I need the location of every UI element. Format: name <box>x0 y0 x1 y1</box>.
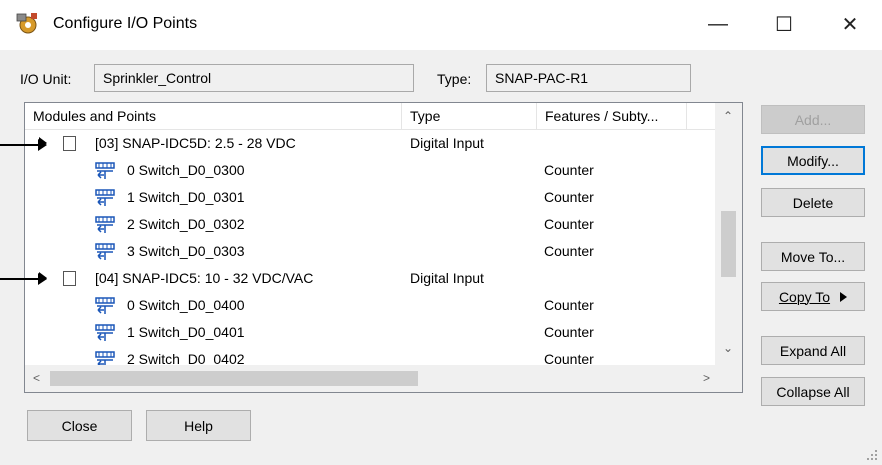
io-unit-field: Sprinkler_Control <box>94 64 414 92</box>
row-name: 2 Switch_D0_0302 <box>127 216 245 232</box>
submenu-arrow-icon <box>840 291 848 302</box>
expand-all-button[interactable]: Expand All <box>761 336 865 365</box>
row-type: Digital Input <box>410 270 484 286</box>
digital-input-point-icon <box>95 189 115 206</box>
list-header: Modules and Points Type Features / Subty… <box>25 103 742 130</box>
scroll-left-icon[interactable]: < <box>33 371 40 385</box>
column-features[interactable]: Features / Subty... <box>537 103 687 129</box>
type-label: Type: <box>437 71 472 87</box>
list-item[interactable]: 1 Switch_D0_0301 Counter <box>25 184 715 211</box>
copy-to-label: Copy To <box>778 288 831 305</box>
column-modules-and-points[interactable]: Modules and Points <box>25 103 402 129</box>
column-type[interactable]: Type <box>402 103 537 129</box>
close-icon: ✕ <box>841 13 859 36</box>
list-item[interactable]: 0 Switch_D0_0400 Counter <box>25 292 715 319</box>
delete-button[interactable]: Delete <box>761 188 865 217</box>
callout-arrow-line <box>0 278 40 280</box>
row-feature: Counter <box>544 189 594 205</box>
row-feature: Counter <box>544 162 594 178</box>
title-bar[interactable]: Configure I/O Points — ☐ ✕ <box>0 0 882 50</box>
maximize-icon: ☐ <box>775 13 793 36</box>
minimize-button[interactable]: — <box>696 6 740 42</box>
digital-input-point-icon <box>95 324 115 341</box>
row-name: 1 Switch_D0_0301 <box>127 189 245 205</box>
minimize-icon: — <box>708 12 728 35</box>
vertical-scrollbar[interactable]: ⌃ ⌄ <box>715 103 742 365</box>
row-name: [04] SNAP-IDC5: 10 - 32 VDC/VAC <box>95 270 314 286</box>
horizontal-scroll-thumb[interactable] <box>50 371 418 386</box>
configure-io-points-dialog: Configure I/O Points — ☐ ✕ I/O Unit: Spr… <box>0 0 882 465</box>
scroll-up-icon[interactable]: ⌃ <box>723 109 733 123</box>
collapse-all-button[interactable]: Collapse All <box>761 377 865 406</box>
close-button[interactable]: Close <box>27 410 132 441</box>
copy-to-button[interactable]: Copy To <box>761 282 865 311</box>
callout-arrow-icon <box>38 139 47 151</box>
row-name: [03] SNAP-IDC5D: 2.5 - 28 VDC <box>95 135 296 151</box>
module-icon <box>63 271 76 286</box>
digital-input-point-icon <box>95 216 115 233</box>
list-rows: [03] SNAP-IDC5D: 2.5 - 28 VDC Digital In… <box>25 130 715 373</box>
type-field: SNAP-PAC-R1 <box>486 64 691 92</box>
list-item[interactable]: 0 Switch_D0_0300 Counter <box>25 157 715 184</box>
list-item[interactable]: 2 Switch_D0_0302 Counter <box>25 211 715 238</box>
row-type: Digital Input <box>410 135 484 151</box>
close-window-button[interactable]: ✕ <box>828 6 872 42</box>
row-name: 0 Switch_D0_0300 <box>127 162 245 178</box>
io-points-list[interactable]: Modules and Points Type Features / Subty… <box>24 102 743 393</box>
maximize-button[interactable]: ☐ <box>762 6 806 42</box>
modify-button[interactable]: Modify... <box>761 146 865 175</box>
move-to-button[interactable]: Move To... <box>761 242 865 271</box>
list-item[interactable]: [04] SNAP-IDC5: 10 - 32 VDC/VAC Digital … <box>25 265 715 292</box>
callout-arrow-line <box>0 144 40 146</box>
row-feature: Counter <box>544 297 594 313</box>
list-item[interactable]: 1 Switch_D0_0401 Counter <box>25 319 715 346</box>
io-unit-label: I/O Unit: <box>20 71 72 87</box>
add-button[interactable]: Add... <box>761 105 865 134</box>
horizontal-scrollbar[interactable]: < > <box>25 365 742 392</box>
module-icon <box>63 136 76 151</box>
help-button[interactable]: Help <box>146 410 251 441</box>
scroll-right-icon[interactable]: > <box>703 371 710 385</box>
digital-input-point-icon <box>95 243 115 260</box>
digital-input-point-icon <box>95 297 115 314</box>
list-item[interactable]: [03] SNAP-IDC5D: 2.5 - 28 VDC Digital In… <box>25 130 715 157</box>
row-feature: Counter <box>544 216 594 232</box>
row-name: 0 Switch_D0_0400 <box>127 297 245 313</box>
callout-arrow-icon <box>38 273 47 285</box>
gear-icon <box>16 13 37 34</box>
row-name: 1 Switch_D0_0401 <box>127 324 245 340</box>
row-feature: Counter <box>544 324 594 340</box>
vertical-scroll-thumb[interactable] <box>721 211 736 277</box>
row-name: 3 Switch_D0_0303 <box>127 243 245 259</box>
window-title: Configure I/O Points <box>53 15 198 32</box>
list-item[interactable]: 3 Switch_D0_0303 Counter <box>25 238 715 265</box>
digital-input-point-icon <box>95 162 115 179</box>
row-feature: Counter <box>544 243 594 259</box>
resize-grip-icon[interactable] <box>866 449 878 461</box>
scroll-down-icon[interactable]: ⌄ <box>723 341 733 355</box>
